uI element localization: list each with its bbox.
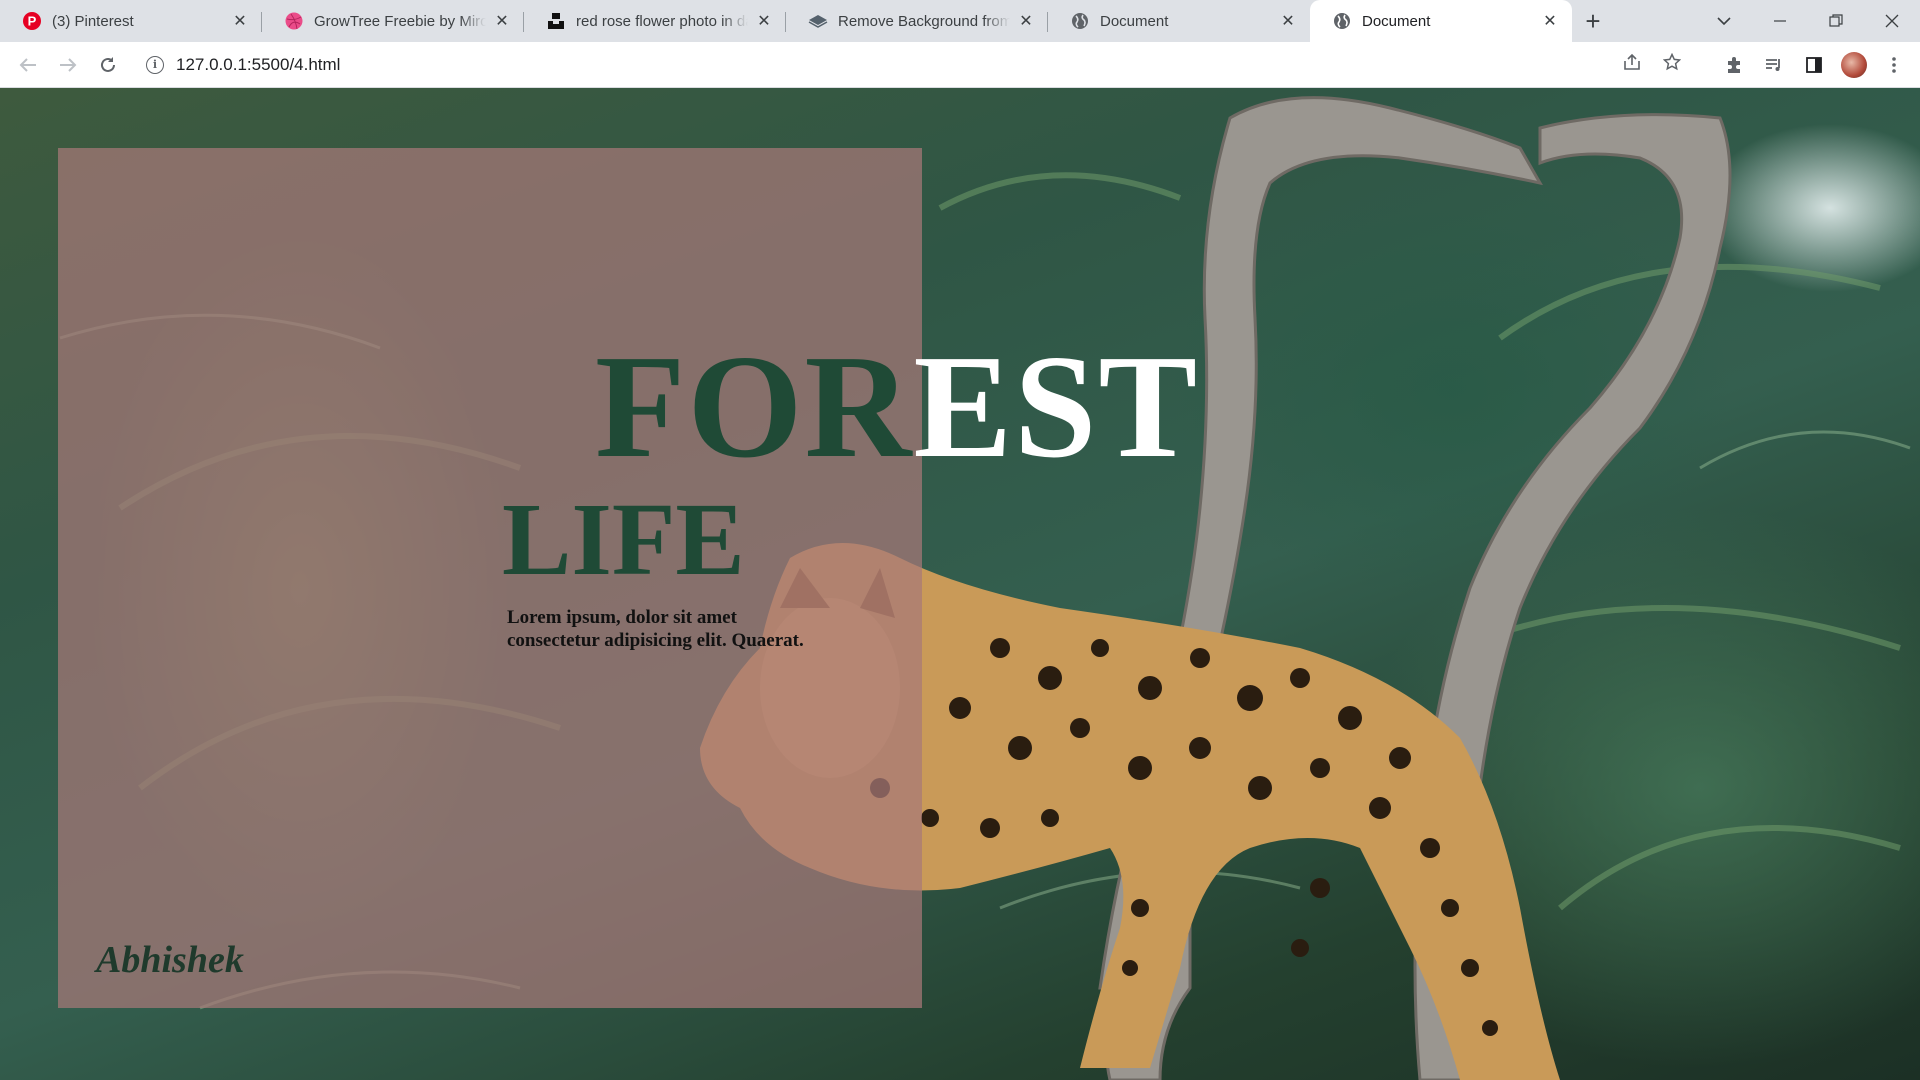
page-viewport: FOREST LIFE Lorem ipsum, dolor sit amet … xyxy=(0,88,1920,1080)
tab-pinterest[interactable]: P (3) Pinterest ✕ xyxy=(0,0,262,42)
close-tab-icon[interactable]: ✕ xyxy=(754,11,774,31)
unsplash-icon xyxy=(546,11,566,31)
tab-document[interactable]: Document ✕ xyxy=(1048,0,1310,42)
menu-kebab-icon[interactable] xyxy=(1874,47,1914,83)
window-controls xyxy=(1696,0,1920,42)
site-info-icon[interactable]: i xyxy=(146,55,164,74)
tab-document-active[interactable]: Document ✕ xyxy=(1310,0,1572,42)
minimize-icon[interactable] xyxy=(1752,0,1808,42)
author-signature: Abhishek xyxy=(96,939,244,981)
heading-forest-overlay-part: FOR xyxy=(595,325,914,489)
svg-text:P: P xyxy=(28,14,37,29)
back-arrow-icon[interactable] xyxy=(8,47,48,83)
heading-life: LIFE xyxy=(502,482,745,597)
profile-avatar[interactable] xyxy=(1841,51,1867,78)
removebg-icon xyxy=(808,11,828,31)
media-queue-icon[interactable] xyxy=(1754,47,1794,83)
tagline-text: Lorem ipsum, dolor sit amet consectetur … xyxy=(507,607,804,651)
dribbble-icon xyxy=(284,11,304,31)
heading-forest: FOREST xyxy=(595,333,1199,481)
close-tab-icon[interactable]: ✕ xyxy=(1278,11,1298,31)
translucent-panel xyxy=(58,148,922,1008)
bookmark-star-icon[interactable] xyxy=(1652,52,1692,76)
tab-title: Remove Background from Image xyxy=(838,12,1010,30)
globe-icon xyxy=(1070,11,1090,31)
close-tab-icon[interactable]: ✕ xyxy=(1016,11,1036,31)
tab-search-chevron-icon[interactable] xyxy=(1696,0,1752,42)
tab-removebg[interactable]: Remove Background from Image ✕ xyxy=(786,0,1048,42)
share-icon[interactable] xyxy=(1612,53,1652,76)
tab-title: Document xyxy=(1362,12,1431,30)
url-text: 127.0.0.1:5500/4.html xyxy=(176,54,341,74)
address-bar[interactable]: i 127.0.0.1:5500/4.html xyxy=(134,47,1704,83)
forward-arrow-icon[interactable] xyxy=(48,47,88,83)
tab-title: Document xyxy=(1100,12,1169,30)
close-tab-icon[interactable]: ✕ xyxy=(492,11,512,31)
reload-icon[interactable] xyxy=(88,47,128,83)
close-tab-icon[interactable]: ✕ xyxy=(230,11,250,31)
new-tab-button[interactable]: + xyxy=(1572,0,1614,42)
restore-icon[interactable] xyxy=(1808,0,1864,42)
tab-title: GrowTree Freebie by Miro / Dribbble xyxy=(314,12,486,30)
tab-title: (3) Pinterest xyxy=(52,12,134,30)
heading-forest-rest: EST xyxy=(913,325,1200,489)
tab-dribbble[interactable]: GrowTree Freebie by Miro / Dribbble ✕ xyxy=(262,0,524,42)
side-panel-icon[interactable] xyxy=(1794,47,1834,83)
pinterest-icon: P xyxy=(22,11,42,31)
close-tab-icon[interactable]: ✕ xyxy=(1540,11,1560,31)
close-window-icon[interactable] xyxy=(1864,0,1920,42)
tab-strip: P (3) Pinterest ✕ GrowTree Freebie by Mi… xyxy=(0,0,1920,42)
tab-unsplash[interactable]: red rose flower photo in dark background… xyxy=(524,0,786,42)
browser-toolbar: i 127.0.0.1:5500/4.html xyxy=(0,42,1920,88)
globe-icon xyxy=(1332,11,1352,31)
tab-title: red rose flower photo in dark background xyxy=(576,12,748,30)
extensions-puzzle-icon[interactable] xyxy=(1714,47,1754,83)
